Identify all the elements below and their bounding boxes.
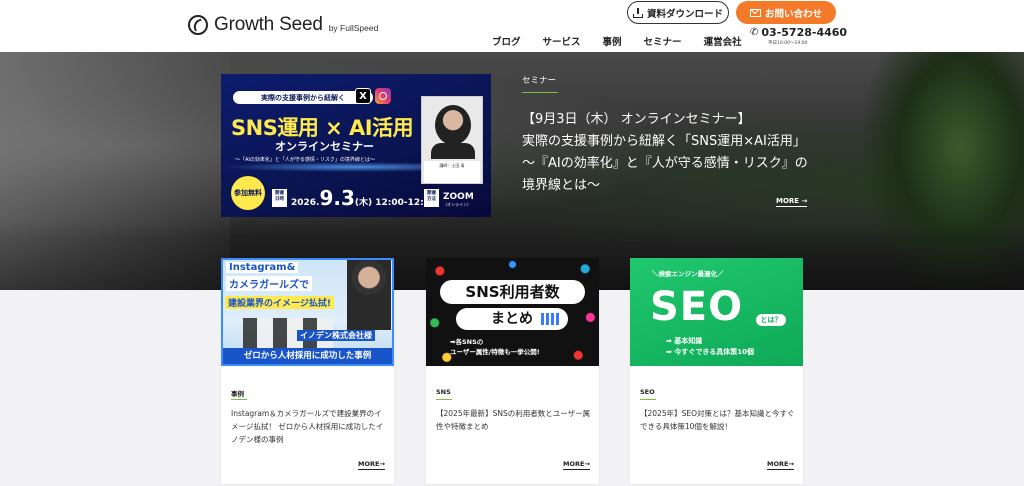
speaker-photo: 講師：土田 青 xyxy=(421,96,483,184)
card-title[interactable]: 【2025年最新】SNSの利用者数とユーザー属性や特徴まとめ xyxy=(436,407,593,433)
thumb-badge: とは？ xyxy=(756,314,786,326)
card-category: SNS xyxy=(436,388,451,396)
logo-text: Growth Seed xyxy=(214,14,323,35)
logo-by: by FullSpeed xyxy=(328,23,379,33)
nav-item-service[interactable]: サービス xyxy=(543,34,581,48)
phone-contact[interactable]: ✆ 03-5728-4460 平日10:00〜19:00 xyxy=(750,26,847,46)
date-label-line1: 開催 xyxy=(275,191,284,196)
site-logo[interactable]: Growth Seed by FullSpeed xyxy=(188,14,378,36)
banner-date-big: 9.3 xyxy=(319,186,355,210)
download-button[interactable]: 資料ダウンロード xyxy=(627,1,729,24)
hero-title-line: 実際の支援事例から紐解く「SNS運用×AI活用」 xyxy=(522,134,806,149)
nav-item-blog[interactable]: ブログ xyxy=(492,34,521,48)
hero-title[interactable]: 【9月3日（木） オンラインセミナー】 実際の支援事例から紐解く「SNS運用×A… xyxy=(522,109,822,197)
banner-pill: 実際の支援事例から紐解く xyxy=(233,91,373,104)
method-label: 開催 方法 xyxy=(424,189,439,207)
download-button-label: 資料ダウンロード xyxy=(646,8,723,20)
phone-hours: 平日10:00〜19:00 xyxy=(768,41,808,46)
thumb-person-photo xyxy=(347,260,391,330)
card-more-link[interactable]: MORE→ xyxy=(767,460,794,470)
banner-subtitle: オンラインセミナー xyxy=(275,140,374,153)
seed-logo-icon xyxy=(188,15,208,35)
card-title[interactable]: 【2025年】SEO対策とは？基本知識と今すぐできる具体策10個を解説！ xyxy=(640,407,797,433)
card-more-link[interactable]: MORE→ xyxy=(563,460,590,470)
thumb-heading: SNS利用者数 xyxy=(440,280,585,304)
card-category: 事例 xyxy=(231,390,244,398)
banner-zoom-sub: （オンライン） xyxy=(443,202,471,207)
card-category-underline xyxy=(640,399,656,400)
free-badge-line2: 無料 xyxy=(248,188,262,197)
thumb-label: ＼検索エンジン最適化／ xyxy=(652,270,724,278)
card-thumbnail[interactable]: ＼検索エンジン最適化／ SEO とは？ ➡ 基本知識 ➡ 今すぐできる具体策10… xyxy=(630,258,803,366)
thumb-heading: カメラガールズで xyxy=(226,276,312,291)
nav-item-seminar[interactable]: セミナー xyxy=(644,34,682,48)
date-label: 開催 日時 xyxy=(272,189,287,207)
contact-button-label: お問い合わせ xyxy=(764,8,822,20)
method-label-line1: 開催 xyxy=(427,191,436,196)
thumb-note: ➡各SNSの xyxy=(450,338,484,346)
card-category-underline xyxy=(231,399,247,400)
thumb-point: ➡ 今すぐできる具体策10個 xyxy=(666,348,754,356)
hero-title-line: 【9月3日（木） オンラインセミナー】 xyxy=(522,112,751,127)
hero-text: セミナー 【9月3日（木） オンラインセミナー】 実際の支援事例から紐解く「SN… xyxy=(522,74,822,197)
site-header: Growth Seed by FullSpeed 資料ダウンロード お問い合わせ… xyxy=(0,0,1024,52)
phone-number: 03-5728-4460 xyxy=(761,26,848,39)
nav-item-company[interactable]: 運営会社 xyxy=(704,34,742,48)
thumb-company: イノデン株式会社様 xyxy=(297,330,375,341)
hero-category: セミナー xyxy=(522,76,557,86)
x-logo-icon: X xyxy=(355,88,371,104)
mail-icon xyxy=(749,8,761,17)
card-thumbnail[interactable]: Instagram& カメラガールズで 建設業界のイメージ払拭! イノデン株式会… xyxy=(221,258,394,366)
card-thumbnail[interactable]: SNS利用者数 まとめ ➡各SNSの ユーザー属性/特徴も一挙公開! xyxy=(426,258,599,366)
free-badge: 参加 無料 xyxy=(231,176,265,210)
hero-category-underline xyxy=(522,92,558,93)
seminar-banner-image[interactable]: 実際の支援事例から紐解く X SNS運用 × AI活用 オンラインセミナー 〜「… xyxy=(221,74,491,217)
card-category: SEO xyxy=(640,388,655,396)
free-badge-line1: 参加 xyxy=(234,188,248,197)
speaker-face xyxy=(435,105,471,145)
download-icon xyxy=(632,7,643,18)
phone-icon: ✆ xyxy=(750,27,759,38)
article-card[interactable]: SNS利用者数 まとめ ➡各SNSの ユーザー属性/特徴も一挙公開! SNS 【… xyxy=(426,258,599,484)
banner-zoom-text: ZOOM xyxy=(443,192,474,202)
bar-chart-icon xyxy=(541,313,559,325)
nav-item-case[interactable]: 事例 xyxy=(603,34,622,48)
hero-more-link[interactable]: MORE → xyxy=(776,197,808,207)
speaker-body xyxy=(431,143,475,159)
main-nav: ブログ サービス 事例 セミナー 運営会社 xyxy=(492,34,764,48)
card-category-underline xyxy=(436,399,452,400)
thumb-heading: 建設業界のイメージ払拭! xyxy=(225,296,334,309)
thumb-note: ユーザー属性/特徴も一挙公開! xyxy=(450,348,540,356)
card-title[interactable]: Instagram＆カメラガールズで建設業界のイメージ払拭！ ゼロから人材採用に… xyxy=(231,407,388,446)
article-card[interactable]: ＼検索エンジン最適化／ SEO とは？ ➡ 基本知識 ➡ 今すぐできる具体策10… xyxy=(630,258,803,484)
hero-title-line: 境界線とは〜 xyxy=(522,178,601,193)
banner-date-year: 2026. xyxy=(291,198,320,208)
banner-date: 2026.9.3(木) 12:00-12:50 xyxy=(291,186,436,210)
article-card[interactable]: Instagram& カメラガールズで 建設業界のイメージ払拭! イノデン株式会… xyxy=(221,258,394,484)
hero-title-line: 〜『AIの効率化』と『人が守る感情・リスク』の xyxy=(522,156,808,171)
card-more-link[interactable]: MORE→ xyxy=(358,460,385,470)
hero-section: 実際の支援事例から紐解く X SNS運用 × AI活用 オンラインセミナー 〜「… xyxy=(0,52,1024,290)
banner-small-text: 〜「AIの効率化」と「人が守る感情・リスク」の境界線とは〜 xyxy=(235,157,375,163)
contact-button[interactable]: お問い合わせ xyxy=(736,1,836,24)
banner-zoom: ZOOM （オンライン） xyxy=(443,192,474,208)
instagram-logo-icon xyxy=(375,88,391,104)
date-label-line2: 日時 xyxy=(275,196,284,202)
thumb-bottom-banner: ゼロから人材採用に成功した事例 xyxy=(223,348,392,364)
thumb-heading: Instagram& xyxy=(226,262,299,273)
method-label-line2: 方法 xyxy=(427,196,436,202)
speaker-label: 講師：土田 青 xyxy=(424,161,480,183)
thumb-point: ➡ 基本知識 xyxy=(666,337,703,345)
thumb-heading: SEO xyxy=(650,284,744,330)
